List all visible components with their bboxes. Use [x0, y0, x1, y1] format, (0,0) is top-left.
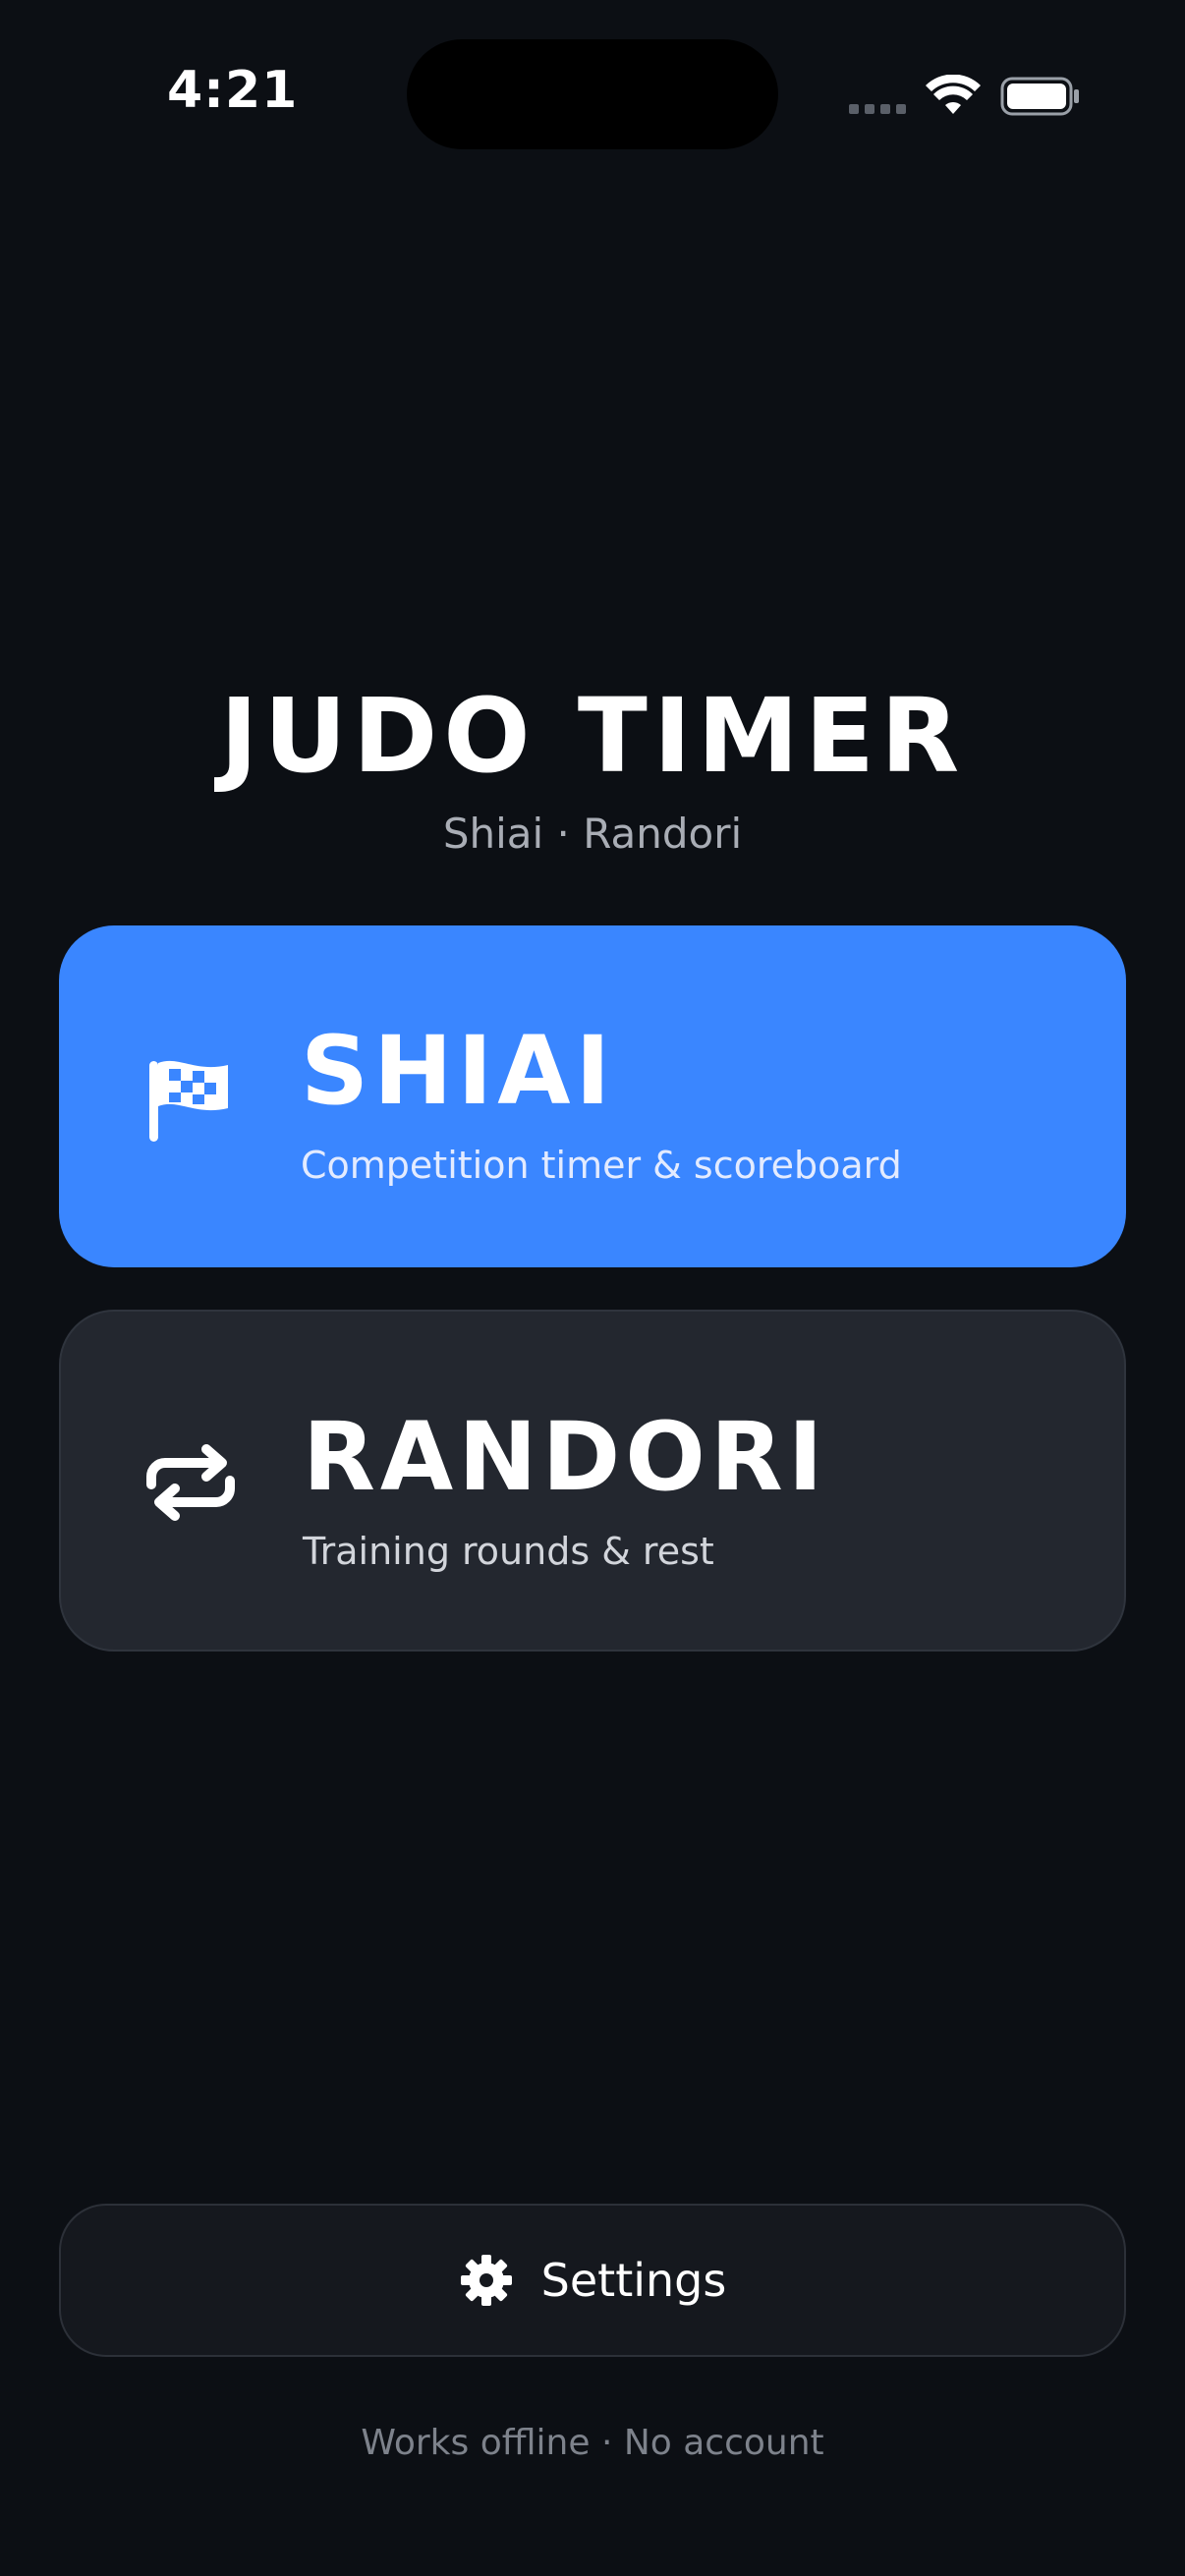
cellular-signal-icon: [849, 104, 906, 114]
checkered-flag-icon: [149, 1060, 228, 1142]
battery-icon: [1000, 77, 1079, 116]
wifi-icon: [926, 75, 981, 114]
randori-mode-button[interactable]: RANDORI Training rounds & rest: [59, 1310, 1126, 1652]
settings-button[interactable]: Settings: [59, 2204, 1126, 2357]
shiai-title: SHIAI: [301, 1016, 616, 1126]
home-screen: 4:21 JUDO TIMER Shiai · Randori SHIAI Co…: [0, 0, 1185, 2576]
app-subtitle: Shiai · Randori: [442, 810, 743, 858]
settings-label: Settings: [540, 2254, 727, 2307]
status-time: 4:21: [167, 61, 299, 120]
shiai-description: Competition timer & scoreboard: [301, 1144, 902, 1187]
repeat-arrows-icon: [146, 1444, 235, 1521]
footer-note: Works offline · No account: [361, 2423, 824, 2463]
randori-description: Training rounds & rest: [303, 1530, 714, 1573]
shiai-mode-button[interactable]: SHIAI Competition timer & scoreboard: [59, 925, 1126, 1267]
gear-icon: [460, 2255, 512, 2306]
dynamic-island: [407, 39, 778, 149]
app-title: JUDO TIMER: [219, 676, 966, 796]
randori-title: RANDORI: [303, 1402, 828, 1512]
